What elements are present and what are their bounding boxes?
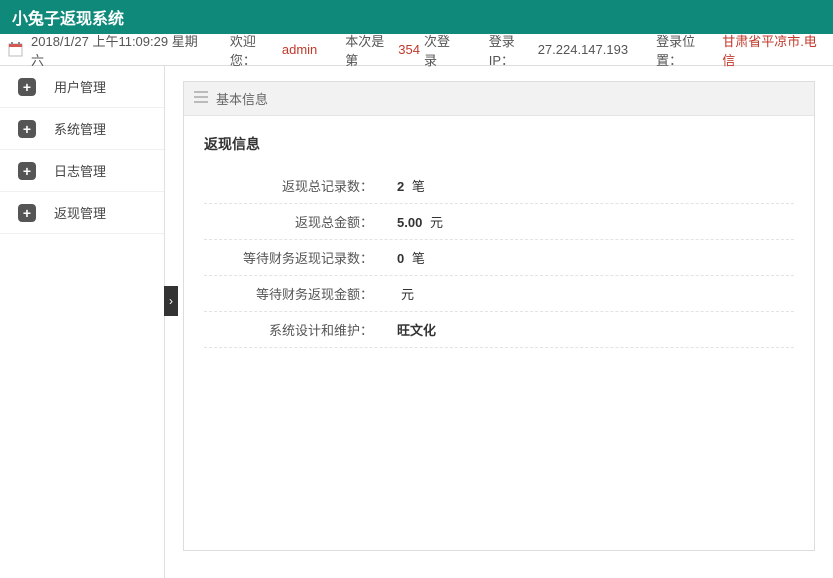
panel-header: 基本信息 bbox=[184, 82, 814, 116]
info-label: 返现总记录数： bbox=[204, 176, 379, 195]
info-row: 等待财务返现金额： 元 bbox=[204, 276, 794, 312]
value-unit: 笔 bbox=[412, 179, 425, 194]
location-value: 甘肃省平凉市.电信 bbox=[722, 31, 825, 69]
sidebar-item-logs[interactable]: + 日志管理 bbox=[0, 150, 164, 192]
datetime-text: 2018/1/27 上午11:09:29 星期六 bbox=[31, 31, 202, 69]
sidebar: + 用户管理 + 系统管理 + 日志管理 + 返现管理 bbox=[0, 66, 165, 578]
app-header: 小兔子返现系统 bbox=[0, 0, 833, 34]
value-number: 旺文化 bbox=[397, 323, 436, 338]
info-value: 0 笔 bbox=[379, 248, 794, 267]
sidebar-item-label: 系统管理 bbox=[54, 119, 106, 138]
chevron-right-icon: › bbox=[169, 294, 173, 308]
value-unit: 笔 bbox=[412, 251, 425, 266]
info-panel: 基本信息 返现信息 返现总记录数： 2 笔 返现总金额： 5.00 元 bbox=[183, 81, 815, 551]
datetime-segment: 2018/1/27 上午11:09:29 星期六 bbox=[8, 31, 202, 69]
sidebar-item-system[interactable]: + 系统管理 bbox=[0, 108, 164, 150]
list-icon bbox=[194, 91, 208, 106]
login-count-segment: 本次是第 354 次登录 bbox=[345, 31, 460, 69]
info-bar: 2018/1/27 上午11:09:29 星期六 欢迎您： admin 本次是第… bbox=[0, 34, 833, 66]
ip-value: 27.224.147.193 bbox=[538, 42, 628, 57]
info-row: 系统设计和维护： 旺文化 bbox=[204, 312, 794, 348]
section-title: 返现信息 bbox=[204, 134, 794, 154]
plus-icon: + bbox=[18, 204, 36, 222]
ip-label: 登录IP： bbox=[489, 31, 534, 69]
plus-icon: + bbox=[18, 162, 36, 180]
ip-segment: 登录IP： 27.224.147.193 bbox=[489, 31, 628, 69]
login-count-suffix: 次登录 bbox=[424, 31, 461, 69]
location-label: 登录位置： bbox=[656, 31, 718, 69]
sidebar-item-cashback[interactable]: + 返现管理 bbox=[0, 192, 164, 234]
value-unit: 元 bbox=[430, 215, 443, 230]
welcome-label: 欢迎您： bbox=[230, 31, 278, 69]
info-value: 元 bbox=[379, 284, 794, 303]
plus-icon: + bbox=[18, 78, 36, 96]
panel-body: 返现信息 返现总记录数： 2 笔 返现总金额： 5.00 元 等 bbox=[184, 116, 814, 366]
calendar-icon bbox=[8, 42, 23, 57]
sidebar-item-label: 返现管理 bbox=[54, 203, 106, 222]
login-count-value: 354 bbox=[398, 42, 420, 57]
welcome-segment: 欢迎您： admin bbox=[230, 31, 317, 69]
sidebar-collapse-handle[interactable]: › bbox=[164, 286, 178, 316]
panel-title: 基本信息 bbox=[216, 89, 268, 108]
sidebar-item-label: 用户管理 bbox=[54, 77, 106, 96]
username-text: admin bbox=[282, 42, 317, 57]
value-number: 0 bbox=[397, 251, 404, 266]
info-row: 返现总记录数： 2 笔 bbox=[204, 168, 794, 204]
info-value: 5.00 元 bbox=[379, 212, 794, 231]
info-label: 等待财务返现金额： bbox=[204, 284, 379, 303]
value-number: 5.00 bbox=[397, 215, 422, 230]
info-label: 等待财务返现记录数： bbox=[204, 248, 379, 267]
login-count-prefix: 本次是第 bbox=[345, 31, 394, 69]
plus-icon: + bbox=[18, 120, 36, 138]
value-unit: 元 bbox=[401, 287, 414, 302]
info-row: 返现总金额： 5.00 元 bbox=[204, 204, 794, 240]
info-value: 旺文化 bbox=[379, 320, 794, 339]
app-title: 小兔子返现系统 bbox=[12, 5, 124, 29]
location-segment: 登录位置： 甘肃省平凉市.电信 bbox=[656, 31, 825, 69]
main-area: › 基本信息 返现信息 返现总记录数： 2 笔 返现总金额 bbox=[165, 66, 833, 578]
sidebar-item-label: 日志管理 bbox=[54, 161, 106, 180]
info-value: 2 笔 bbox=[379, 176, 794, 195]
sidebar-item-users[interactable]: + 用户管理 bbox=[0, 66, 164, 108]
value-number: 2 bbox=[397, 179, 404, 194]
body-container: + 用户管理 + 系统管理 + 日志管理 + 返现管理 › 基本信息 bbox=[0, 66, 833, 578]
info-row: 等待财务返现记录数： 0 笔 bbox=[204, 240, 794, 276]
info-label: 系统设计和维护： bbox=[204, 320, 379, 339]
info-label: 返现总金额： bbox=[204, 212, 379, 231]
